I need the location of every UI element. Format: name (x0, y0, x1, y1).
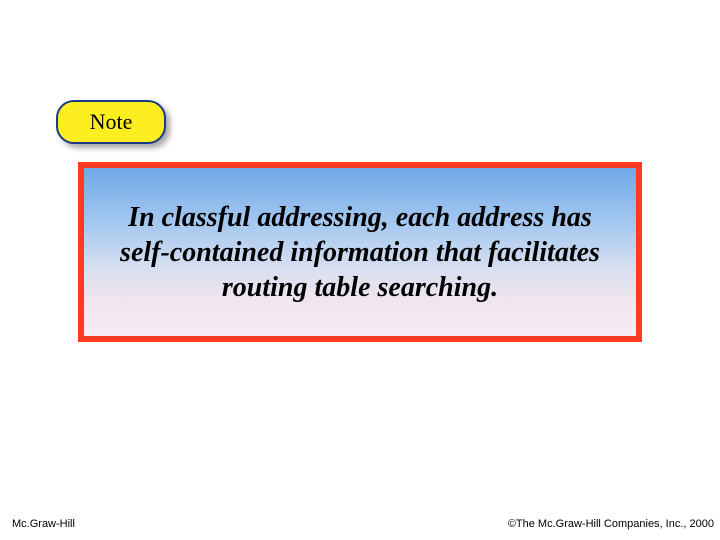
callout-text: In classful addressing, each address has… (104, 200, 616, 305)
note-badge: Note (56, 100, 166, 144)
slide: Note In classful addressing, each addres… (0, 0, 720, 540)
footer-left: Mc.Graw-Hill (12, 518, 75, 530)
footer-right: ©The Mc.Graw-Hill Companies, Inc., 2000 (508, 518, 714, 530)
note-label: Note (90, 109, 133, 135)
callout-box: In classful addressing, each address has… (78, 162, 642, 342)
